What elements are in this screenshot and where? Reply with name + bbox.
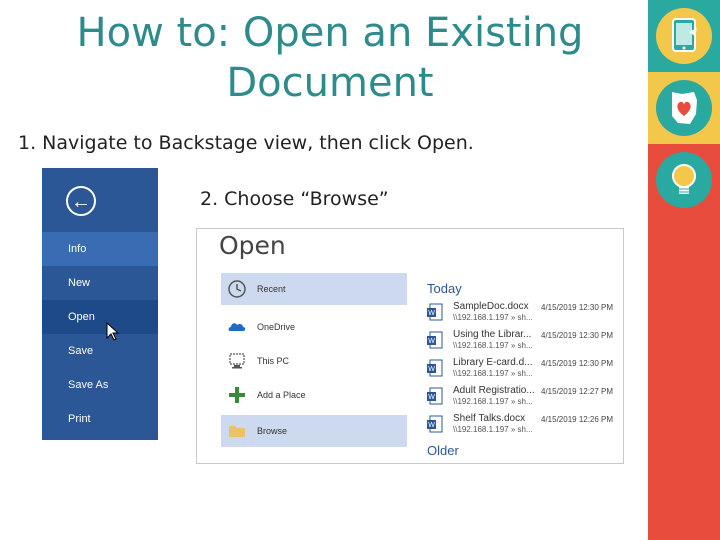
svg-text:W: W — [428, 366, 435, 373]
lightbulb-icon — [656, 152, 712, 208]
location-add-place[interactable]: Add a Place — [221, 379, 407, 411]
word-doc-icon: W — [427, 415, 443, 433]
backstage-item-save-as[interactable]: Save As — [42, 368, 158, 402]
section-older: Older — [427, 443, 459, 458]
file-name: Using the Librar... — [453, 329, 532, 340]
file-path: \\192.168.1.197 » sh... — [453, 397, 533, 406]
step-2-text: 2. Choose “Browse” — [200, 188, 389, 210]
ohio-tile — [648, 72, 720, 144]
file-name: Adult Registratio... — [453, 385, 535, 396]
folder-icon — [229, 426, 245, 437]
backstage-item-open[interactable]: Open — [42, 300, 158, 334]
recent-file-item[interactable]: W Using the Librar... \\192.168.1.197 » … — [427, 329, 617, 353]
location-browse[interactable]: Browse — [221, 415, 407, 447]
backstage-item-info[interactable]: Info — [42, 232, 158, 266]
file-path: \\192.168.1.197 » sh... — [453, 369, 533, 378]
word-doc-icon: W — [427, 387, 443, 405]
clock-icon — [228, 280, 246, 298]
recent-file-item[interactable]: W Adult Registratio... \\192.168.1.197 »… — [427, 385, 617, 409]
file-name: Shelf Talks.docx — [453, 413, 526, 424]
plus-icon — [229, 387, 245, 403]
backstage-item-save[interactable]: Save — [42, 334, 158, 368]
word-doc-icon: W — [427, 331, 443, 349]
file-path: \\192.168.1.197 » sh... — [453, 425, 533, 434]
svg-text:W: W — [428, 338, 435, 345]
location-label: Recent — [257, 284, 286, 294]
file-date: 4/15/2019 12:30 PM — [541, 331, 614, 340]
section-today: Today — [427, 281, 462, 296]
title-line-1: How to: Open an Existing — [76, 10, 584, 56]
backstage-panel: ← Info New Open Save Save As Print — [42, 168, 158, 440]
file-name: Library E-card.d... — [453, 357, 533, 368]
mouse-cursor-icon — [106, 322, 120, 341]
svg-text:W: W — [428, 394, 435, 401]
recent-file-item[interactable]: W Library E-card.d... \\192.168.1.197 » … — [427, 357, 617, 381]
location-label: This PC — [257, 356, 290, 366]
ohio-heart-icon — [656, 80, 712, 136]
lightbulb-tile — [648, 144, 720, 216]
tablet-tile — [648, 0, 720, 72]
file-name: SampleDoc.docx — [453, 301, 529, 312]
decorative-rail — [648, 0, 720, 540]
word-doc-icon: W — [427, 359, 443, 377]
location-label: Add a Place — [257, 390, 306, 400]
backstage-item-print[interactable]: Print — [42, 402, 158, 436]
backstage-item-new[interactable]: New — [42, 266, 158, 300]
open-dialog: Open Recent OneDrive This PC Add a Place — [196, 228, 624, 464]
location-label: OneDrive — [257, 322, 296, 332]
tablet-icon — [656, 8, 712, 64]
file-date: 4/15/2019 12:30 PM — [541, 359, 614, 368]
location-onedrive[interactable]: OneDrive — [221, 311, 407, 343]
cloud-icon — [228, 323, 246, 331]
svg-text:W: W — [428, 310, 435, 317]
recent-file-item[interactable]: W Shelf Talks.docx \\192.168.1.197 » sh.… — [427, 413, 617, 437]
svg-text:W: W — [428, 422, 435, 429]
file-date: 4/15/2019 12:27 PM — [541, 387, 614, 396]
file-date: 4/15/2019 12:30 PM — [541, 303, 614, 312]
file-date: 4/15/2019 12:26 PM — [541, 415, 614, 424]
back-arrow-icon[interactable]: ← — [66, 186, 96, 216]
computer-icon — [229, 353, 245, 369]
recent-file-item[interactable]: W SampleDoc.docx \\192.168.1.197 » sh...… — [427, 301, 617, 325]
slide-title: How to: Open an Existing Document — [40, 8, 620, 108]
title-line-2: Document — [226, 60, 434, 106]
dialog-title: Open — [219, 231, 286, 260]
location-label: Browse — [257, 426, 288, 436]
file-path: \\192.168.1.197 » sh... — [453, 341, 533, 350]
file-path: \\192.168.1.197 » sh... — [453, 313, 533, 322]
step-1-text: 1. Navigate to Backstage view, then clic… — [18, 132, 474, 154]
location-recent[interactable]: Recent — [221, 273, 407, 305]
location-this-pc[interactable]: This PC — [221, 345, 407, 377]
word-doc-icon: W — [427, 303, 443, 321]
